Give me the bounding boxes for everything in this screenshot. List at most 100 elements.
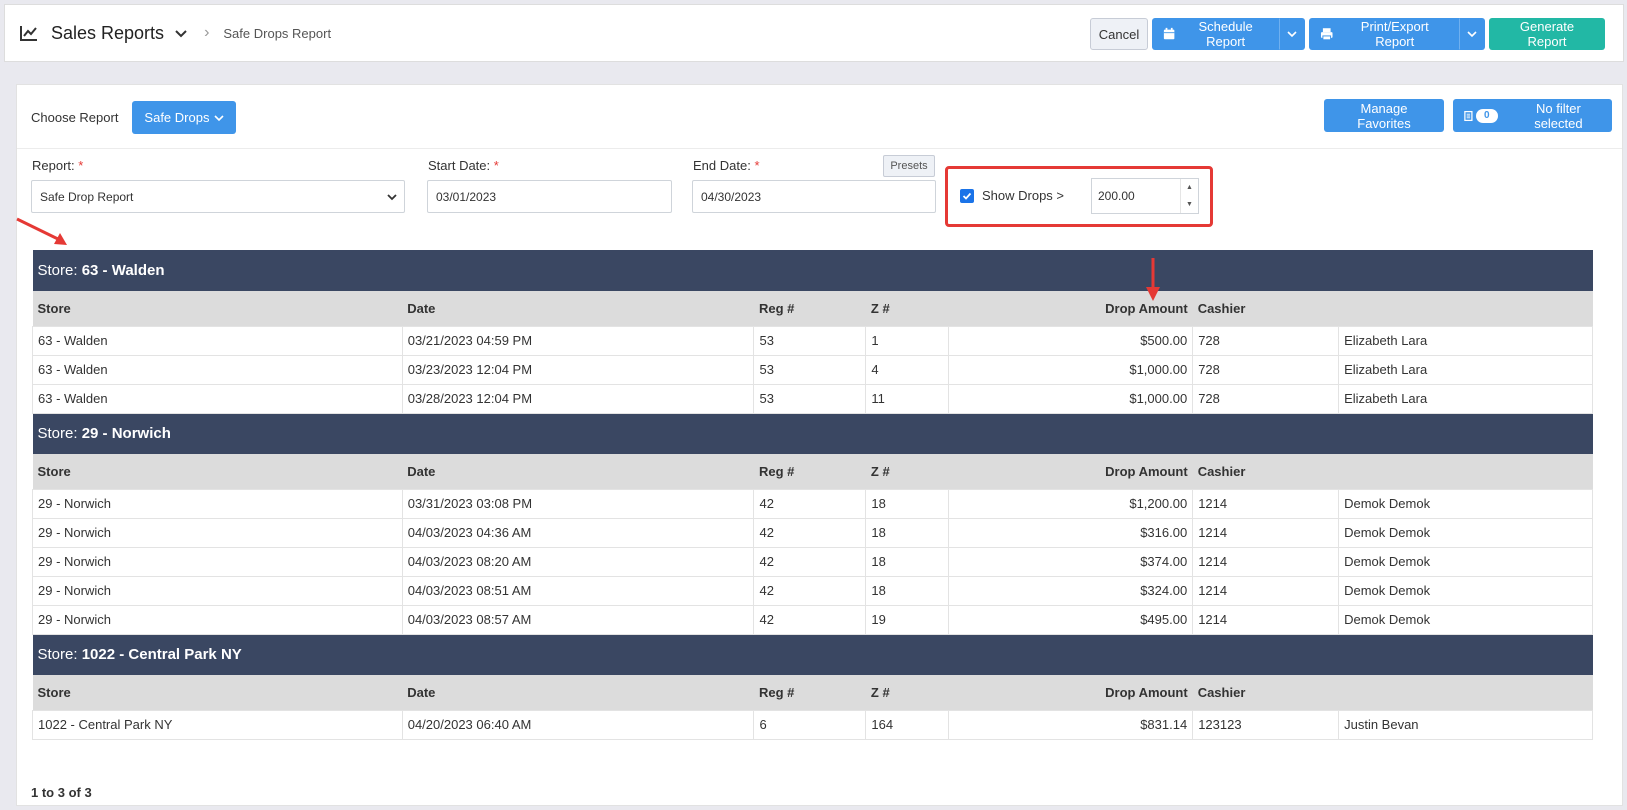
annotation-arrow-icon xyxy=(1146,258,1160,301)
schedule-report-split: Schedule Report xyxy=(1152,18,1305,50)
start-date-input[interactable]: 03/01/2023 xyxy=(427,180,672,213)
cell-reg: 53 xyxy=(753,383,867,414)
table-row[interactable]: 29 - Norwich 04/03/2023 08:51 AM 42 18 $324.… xyxy=(32,575,1593,606)
cell-date: 03/28/2023 12:04 PM xyxy=(401,383,755,414)
store-group-title: Store: 1022 - Central Park NY xyxy=(32,634,1593,675)
show-drops-amount-input[interactable]: 200.00 ▲ ▼ xyxy=(1091,178,1199,214)
cell-drop-amount: $374.00 xyxy=(948,546,1194,577)
chevron-down-icon xyxy=(1467,31,1477,38)
schedule-report-dropdown[interactable] xyxy=(1279,18,1305,50)
cell-reg: 42 xyxy=(753,488,867,519)
table-row[interactable]: 1022 - Central Park NY 04/20/2023 06:40 A… xyxy=(32,709,1593,740)
end-date-value: 04/30/2023 xyxy=(701,189,762,204)
column-header-cashier-id: Cashier xyxy=(1192,291,1339,326)
column-header-z: Z # xyxy=(865,675,949,710)
store-name: 63 - Walden xyxy=(81,262,165,279)
cell-store: 63 - Walden xyxy=(32,325,403,356)
store-name: 1022 - Central Park NY xyxy=(81,646,242,664)
store-prefix: Store: xyxy=(37,425,78,443)
required-mark: * xyxy=(78,158,84,173)
column-header-reg: Reg # xyxy=(753,675,866,710)
column-header-cashier-name xyxy=(1338,291,1593,326)
cell-cashier-name: Elizabeth Lara xyxy=(1338,383,1593,414)
choose-report-value: Safe Drops xyxy=(144,110,210,125)
chevron-down-icon xyxy=(387,194,397,201)
cell-reg: 42 xyxy=(753,575,867,606)
cell-z: 18 xyxy=(865,488,950,519)
cell-reg: 53 xyxy=(753,325,867,356)
safe-drops-table: Store: 63 - Walden Store Date Reg # Z # Drop … xyxy=(32,250,1593,740)
column-header-reg: Reg # xyxy=(753,291,866,326)
cell-date: 04/03/2023 08:51 AM xyxy=(401,575,755,606)
table-row[interactable]: 63 - Walden 03/28/2023 12:04 PM 53 11 $1,000… xyxy=(32,383,1593,414)
header-actions: Cancel Schedule Report Print/Export Repo… xyxy=(1090,18,1605,50)
report-select[interactable]: Safe Drop Report xyxy=(31,180,405,213)
show-drops-label: Show Drops > xyxy=(982,188,1065,203)
store-group-header: Store: 29 - Norwich xyxy=(32,413,1593,454)
column-header-cashier-id: Cashier xyxy=(1192,454,1339,489)
table-row[interactable]: 63 - Walden 03/23/2023 12:04 PM 53 4 $1,000.… xyxy=(32,354,1593,385)
report-label-text: Report: xyxy=(32,158,75,173)
calendar-icon xyxy=(1163,27,1175,40)
cell-z: 4 xyxy=(865,354,950,385)
checkmark-icon xyxy=(962,192,972,200)
report-panel: Choose Report Safe Drops Manage Favorite… xyxy=(16,84,1623,806)
cancel-button[interactable]: Cancel xyxy=(1090,18,1148,50)
table-row[interactable]: 29 - Norwich 03/31/2023 03:08 PM 42 18 $1,20… xyxy=(32,488,1593,519)
spinner-down-icon[interactable]: ▼ xyxy=(1181,196,1198,213)
store-prefix: Store: xyxy=(37,262,78,279)
table-row[interactable]: 29 - Norwich 04/03/2023 04:36 AM 42 18 $316.… xyxy=(32,517,1593,548)
store-group-title: Store: 63 - Walden xyxy=(32,250,1593,291)
column-header-z: Z # xyxy=(865,454,949,489)
column-header-store: Store xyxy=(32,454,403,489)
start-date-value: 03/01/2023 xyxy=(436,189,497,204)
cell-date: 03/31/2023 03:08 PM xyxy=(401,488,755,519)
print-export-button[interactable]: Print/Export Report xyxy=(1309,18,1459,50)
annotation-arrow-icon xyxy=(16,217,67,245)
cell-cashier-id: 1214 xyxy=(1192,546,1340,577)
cell-store: 63 - Walden xyxy=(32,383,403,414)
cell-cashier-name: Demok Demok xyxy=(1338,517,1593,548)
cell-cashier-id: 1214 xyxy=(1192,488,1340,519)
column-header-date: Date xyxy=(402,454,754,489)
cell-store: 29 - Norwich xyxy=(32,546,403,577)
store-name: 29 - Norwich xyxy=(81,425,171,443)
cell-store: 29 - Norwich xyxy=(32,575,403,606)
column-header-z: Z # xyxy=(865,291,949,326)
cell-cashier-id: 123123 xyxy=(1192,709,1340,740)
cell-store: 29 - Norwich xyxy=(32,488,403,519)
filter-label: No filter selected xyxy=(1534,100,1583,131)
presets-button[interactable]: Presets xyxy=(883,155,935,177)
filter-button[interactable]: 0 No filter selected xyxy=(1453,99,1612,132)
generate-report-button[interactable]: Generate Report xyxy=(1489,18,1605,50)
cell-drop-amount: $500.00 xyxy=(948,325,1194,356)
store-group-header: Store: 63 - Walden xyxy=(32,250,1593,291)
store-group-header: Store: 1022 - Central Park NY xyxy=(32,634,1593,675)
print-export-label: Print/Export Report xyxy=(1360,19,1429,49)
start-date-label-text: Start Date: xyxy=(428,158,491,173)
table-row[interactable]: 29 - Norwich 04/03/2023 08:57 AM 42 19 $495.… xyxy=(32,604,1593,635)
show-drops-checkbox[interactable] xyxy=(960,189,974,203)
cell-cashier-name: Justin Bevan xyxy=(1338,709,1593,740)
table-row[interactable]: 29 - Norwich 04/03/2023 08:20 AM 42 18 $374.… xyxy=(32,546,1593,577)
manage-favorites-button[interactable]: Manage Favorites xyxy=(1324,99,1444,132)
cell-reg: 53 xyxy=(753,354,867,385)
app-title[interactable]: Sales Reports xyxy=(51,23,164,44)
cell-reg: 42 xyxy=(753,546,867,577)
end-date-input[interactable]: 04/30/2023 xyxy=(692,180,936,213)
cell-cashier-id: 728 xyxy=(1192,354,1340,385)
print-export-dropdown[interactable] xyxy=(1459,18,1485,50)
table-row[interactable]: 63 - Walden 03/21/2023 04:59 PM 53 1 $500.00… xyxy=(32,325,1593,356)
cell-drop-amount: $316.00 xyxy=(948,517,1194,548)
cell-cashier-name: Demok Demok xyxy=(1338,604,1593,635)
chevron-down-icon[interactable] xyxy=(174,26,188,40)
cell-cashier-name: Elizabeth Lara xyxy=(1338,354,1593,385)
cell-cashier-name: Demok Demok xyxy=(1338,488,1593,519)
cell-z: 18 xyxy=(865,517,950,548)
cell-drop-amount: $324.00 xyxy=(948,575,1194,606)
choose-report-dropdown[interactable]: Safe Drops xyxy=(132,101,237,134)
end-date-label-text: End Date: xyxy=(693,158,751,173)
start-date-label: Start Date: * xyxy=(428,158,499,173)
schedule-report-button[interactable]: Schedule Report xyxy=(1152,18,1279,50)
spinner-up-icon[interactable]: ▲ xyxy=(1181,179,1198,196)
